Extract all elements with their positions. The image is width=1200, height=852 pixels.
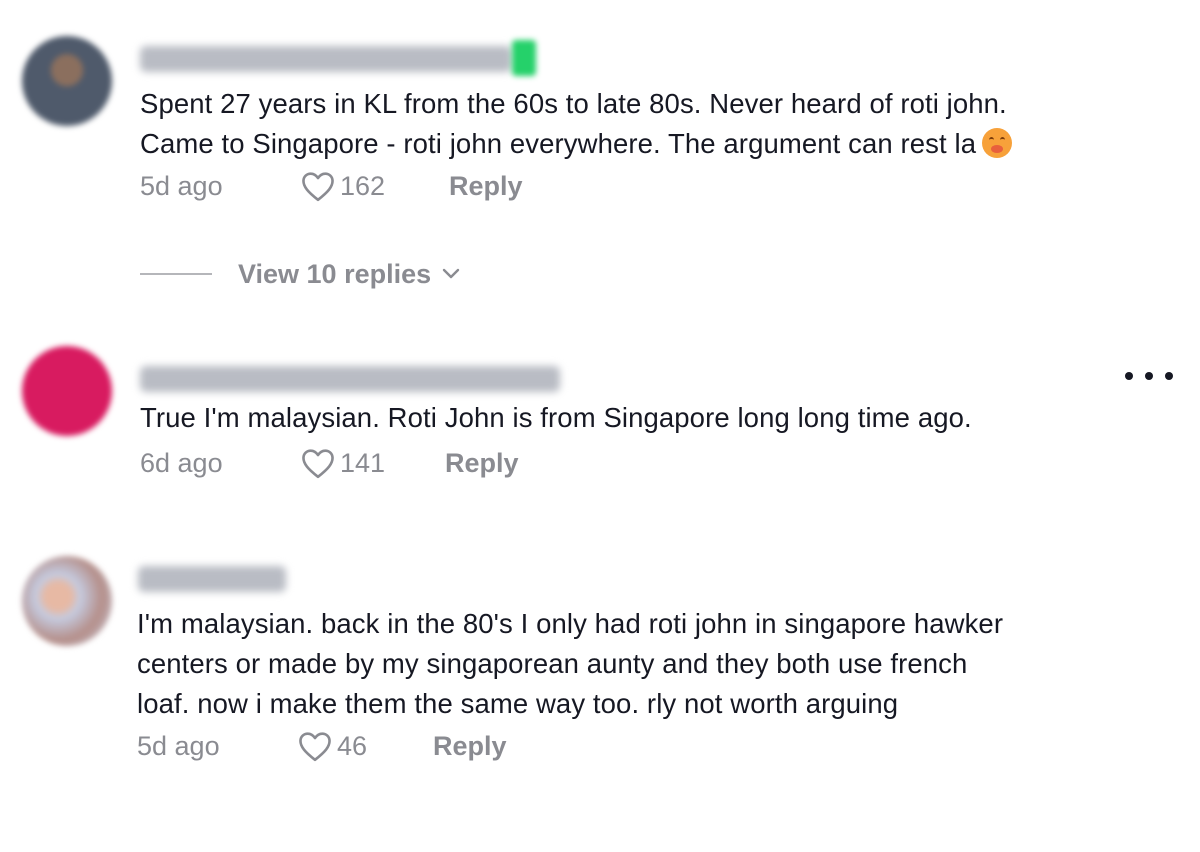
blushing-face-emoji bbox=[982, 128, 1013, 158]
username[interactable] bbox=[140, 46, 512, 72]
verified-badge-icon bbox=[512, 40, 536, 76]
comment-time: 5d ago bbox=[140, 171, 223, 201]
reply-button[interactable]: Reply bbox=[449, 166, 523, 206]
comment-text-line: centers or made by my singaporean aunty … bbox=[137, 648, 968, 679]
like-count: 46 bbox=[337, 730, 368, 761]
comment-text-line: Came to Singapore - roti john everywhere… bbox=[140, 124, 1013, 164]
comment-time: 5d ago bbox=[137, 731, 220, 761]
heart-outline-icon bbox=[302, 172, 334, 202]
username[interactable] bbox=[140, 366, 560, 392]
view-replies-label: View 10 replies bbox=[238, 258, 432, 289]
comment-meta: 6d ago 141 Reply bbox=[140, 443, 640, 483]
like-count: 162 bbox=[340, 170, 386, 201]
comment-text: Spent 27 years in KL from the 60s to lat… bbox=[140, 84, 1013, 164]
comment-text-line: Spent 27 years in KL from the 60s to lat… bbox=[140, 88, 1007, 119]
avatar[interactable] bbox=[22, 556, 112, 646]
like-button[interactable]: 141 bbox=[300, 443, 385, 483]
reply-button[interactable]: Reply bbox=[433, 726, 507, 766]
avatar[interactable] bbox=[22, 346, 112, 436]
avatar[interactable] bbox=[22, 36, 112, 126]
heart-outline-icon bbox=[302, 449, 334, 479]
chevron-down-icon bbox=[442, 268, 460, 279]
more-options-icon[interactable] bbox=[1125, 364, 1173, 388]
comment-time: 6d ago bbox=[140, 448, 223, 478]
like-button[interactable]: 162 bbox=[300, 166, 385, 206]
divider-line bbox=[140, 273, 212, 275]
comment-meta: 5d ago 46 Reply bbox=[137, 726, 637, 766]
comment-text: True I'm malaysian. Roti John is from Si… bbox=[140, 398, 972, 438]
view-replies-button[interactable]: View 10 replies bbox=[140, 254, 461, 294]
comment-text-line: True I'm malaysian. Roti John is from Si… bbox=[140, 402, 972, 433]
like-count: 141 bbox=[340, 447, 386, 478]
username[interactable] bbox=[138, 566, 286, 592]
reply-button[interactable]: Reply bbox=[445, 443, 519, 483]
heart-outline-icon bbox=[299, 732, 331, 762]
comment-text: I'm malaysian. back in the 80's I only h… bbox=[137, 604, 1003, 724]
comment-text-line: I'm malaysian. back in the 80's I only h… bbox=[137, 608, 1004, 639]
like-button[interactable]: 46 bbox=[297, 726, 367, 766]
comment-meta: 5d ago 162 Reply bbox=[140, 166, 640, 206]
comment-text-line: loaf. now i make them the same way too. … bbox=[137, 688, 899, 719]
